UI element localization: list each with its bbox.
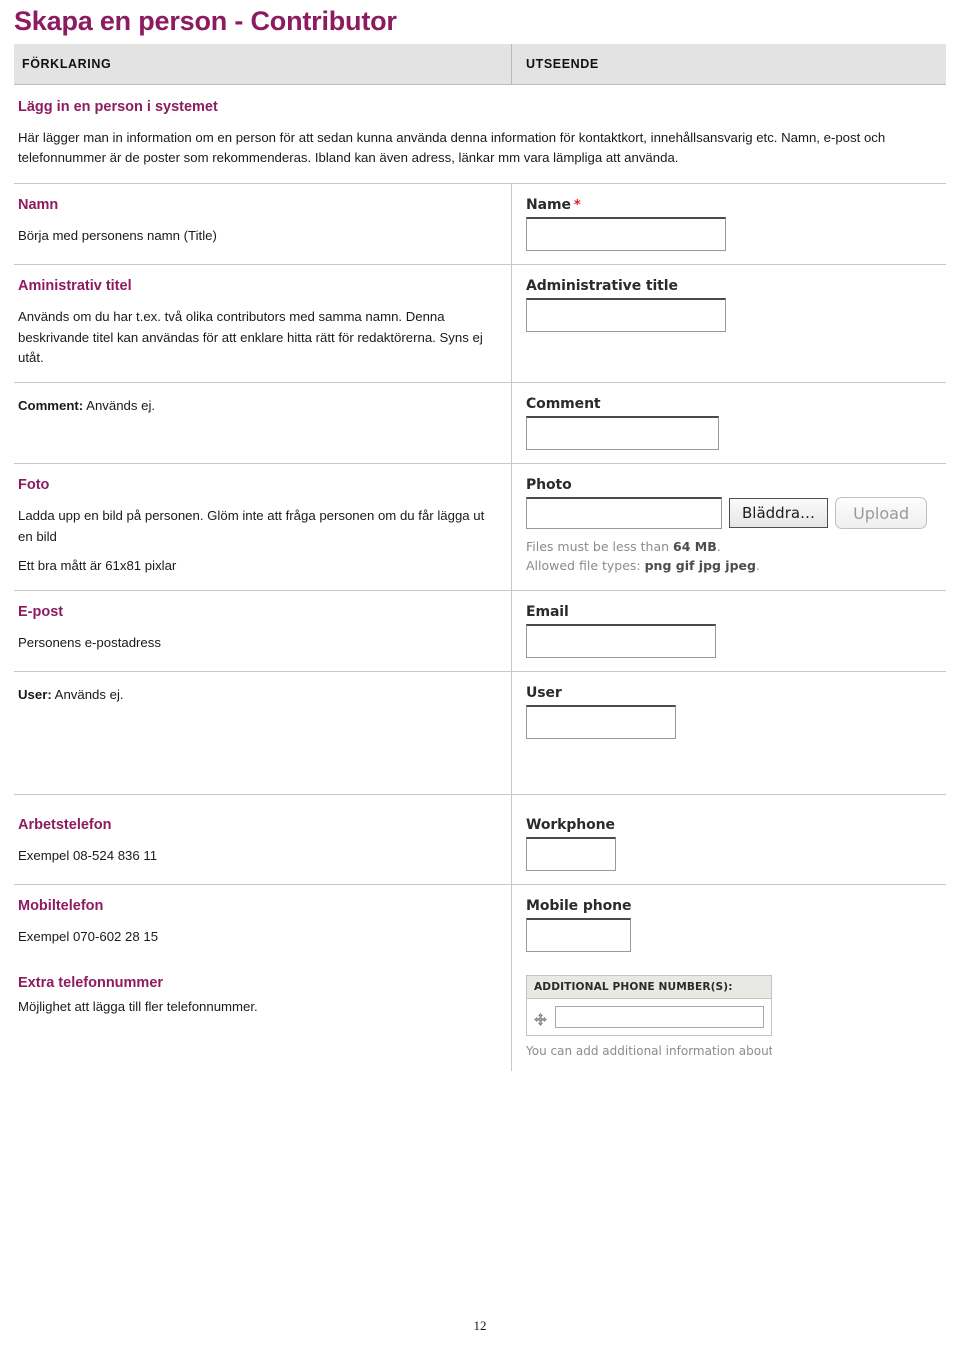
photo-file-input[interactable]	[526, 497, 722, 530]
arbetstelefon-text-cell: Arbetstelefon Exempel 08-524 836 11	[14, 795, 511, 884]
comment-note-prefix: Comment:	[18, 398, 84, 414]
workphone-field-label: Workphone	[526, 817, 615, 834]
browse-button[interactable]: Bläddra…	[729, 498, 829, 529]
foto-text-cell: Foto Ladda upp en bild på personen. Glöm…	[14, 464, 511, 590]
row-epost: E-post Personens e-postadress Email	[14, 591, 946, 673]
namn-heading: Namn	[18, 197, 59, 214]
arbetstelefon-heading: Arbetstelefon	[18, 817, 112, 834]
table-header-band: FÖRKLARING UTSEENDE	[14, 44, 946, 86]
namn-text-cell: Namn Börja med personens namn (Title)	[14, 184, 511, 264]
arbetstelefon-widget-cell: Workphone	[511, 795, 946, 885]
intro-paragraph: Här lägger man in information om en pers…	[18, 129, 886, 166]
page-title: Skapa en person - Contributor	[14, 6, 397, 36]
comment-note-text: Används ej.	[83, 398, 156, 414]
epost-paragraph: Personens e-postadress	[18, 634, 161, 650]
intro-heading: Lägg in en person i systemet	[18, 99, 218, 116]
extra-telefonnummer-heading: Extra telefonnummer	[18, 975, 164, 992]
comment-field-label: Comment	[526, 396, 601, 413]
workphone-input[interactable]	[526, 837, 616, 872]
additional-phone-row	[526, 998, 772, 1037]
photo-types-help: Allowed file types: png gif jpg jpeg.	[526, 558, 760, 574]
user-text-cell: User: Används ej.	[14, 672, 511, 794]
additional-phone-header: ADDITIONAL PHONE NUMBER(S):	[526, 975, 772, 999]
comment-note: Comment: Används ej.	[18, 396, 493, 417]
epost-widget-cell: Email	[511, 591, 946, 672]
epost-heading: E-post	[18, 604, 64, 621]
extra-telefonnummer-widget-cell: ADDITIONAL PHONE NUMBER(S): You can add …	[511, 965, 946, 1072]
photo-help-text: Files must be less than 64 MB. Allowed f…	[526, 538, 940, 576]
user-field-label: User	[526, 685, 562, 702]
photo-field-label: Photo	[526, 477, 572, 494]
email-input[interactable]	[526, 624, 716, 659]
row-extra-telefonnummer: Extra telefonnummer Möjlighet att lägga …	[14, 965, 946, 1072]
user-note-text: Används ej.	[51, 687, 124, 703]
mobiltelefon-widget-cell: Mobile phone	[511, 885, 946, 966]
extra-telefonnummer-text-cell: Extra telefonnummer Möjlighet att lägga …	[14, 965, 511, 1071]
mobiltelefon-heading: Mobiltelefon	[18, 898, 104, 915]
row-mobiltelefon: Mobiltelefon Exempel 070-602 28 15 Mobil…	[14, 885, 946, 966]
document-page: Skapa en person - Contributor FÖRKLARING…	[0, 0, 960, 1352]
upload-button[interactable]: Upload	[835, 497, 928, 530]
administrativ-titel-text-cell: Aministrativ titel Används om du har t.e…	[14, 265, 511, 382]
epost-text-cell: E-post Personens e-postadress	[14, 591, 511, 671]
user-widget-cell: User	[511, 672, 946, 795]
administrativ-titel-paragraph: Används om du har t.ex. två olika contri…	[18, 308, 483, 366]
photo-upload-row: Bläddra… Upload	[526, 497, 940, 530]
administrative-title-field-label: Administrative title	[526, 278, 678, 295]
foto-widget-cell: Photo Bläddra… Upload Files must be less…	[511, 464, 946, 591]
user-note-prefix: User:	[18, 687, 52, 703]
comment-widget-cell: Comment	[511, 383, 946, 464]
administrativ-titel-widget-cell: Administrative title	[511, 265, 946, 383]
mobiltelefon-text-cell: Mobiltelefon Exempel 070-602 28 15	[14, 885, 511, 965]
content-grid: Lägg in en person i systemet Här lägger …	[14, 85, 946, 1072]
administrative-title-input[interactable]	[526, 298, 726, 333]
administrativ-titel-heading: Aministrativ titel	[18, 278, 132, 295]
name-input[interactable]	[526, 217, 726, 252]
row-namn: Namn Börja med personens namn (Title) Na…	[14, 184, 946, 266]
required-asterisk: *	[573, 198, 581, 214]
row-administrativ-titel: Aministrativ titel Används om du har t.e…	[14, 265, 946, 384]
row-intro: Lägg in en person i systemet Här lägger …	[14, 85, 946, 185]
photo-size-help: Files must be less than 64 MB.	[526, 539, 721, 555]
comment-input[interactable]	[526, 416, 719, 451]
additional-phone-widget: ADDITIONAL PHONE NUMBER(S): You can add …	[526, 975, 772, 1058]
mobile-phone-input[interactable]	[526, 918, 631, 953]
name-field-label: Name *	[526, 197, 581, 214]
namn-widget-cell: Name *	[511, 184, 946, 265]
email-field-label: Email	[526, 604, 569, 621]
namn-paragraph: Börja med personens namn (Title)	[18, 227, 217, 243]
foto-paragraph-2: Ett bra mått är 61x81 pixlar	[18, 558, 177, 574]
foto-heading: Foto	[18, 477, 50, 494]
additional-phone-help: You can add additional information about…	[526, 1044, 772, 1059]
table-header-forklaring: FÖRKLARING	[22, 57, 112, 72]
extra-telefonnummer-paragraph: Möjlighet att lägga till fler telefonnum…	[18, 998, 258, 1014]
user-input[interactable]	[526, 705, 676, 740]
arbetstelefon-paragraph: Exempel 08-524 836 11	[18, 847, 158, 863]
mobile-phone-field-label: Mobile phone	[526, 898, 632, 915]
user-note: User: Används ej.	[18, 685, 493, 706]
mobiltelefon-paragraph: Exempel 070-602 28 15	[18, 928, 159, 944]
comment-text-cell: Comment: Används ej.	[14, 383, 511, 463]
table-header-utseende: UTSEENDE	[511, 44, 946, 85]
foto-paragraph-1: Ladda upp en bild på personen. Glöm inte…	[18, 507, 485, 544]
row-user: User: Används ej. User	[14, 672, 946, 796]
row-foto: Foto Ladda upp en bild på personen. Glöm…	[14, 464, 946, 592]
intro-text-cell: Lägg in en person i systemet Här lägger …	[14, 85, 946, 183]
drag-move-icon[interactable]	[534, 1011, 547, 1026]
row-arbetstelefon: Arbetstelefon Exempel 08-524 836 11 Work…	[14, 795, 946, 886]
page-number: 12	[473, 1318, 487, 1333]
row-comment: Comment: Används ej. Comment	[14, 383, 946, 465]
additional-phone-input[interactable]	[555, 1006, 764, 1029]
